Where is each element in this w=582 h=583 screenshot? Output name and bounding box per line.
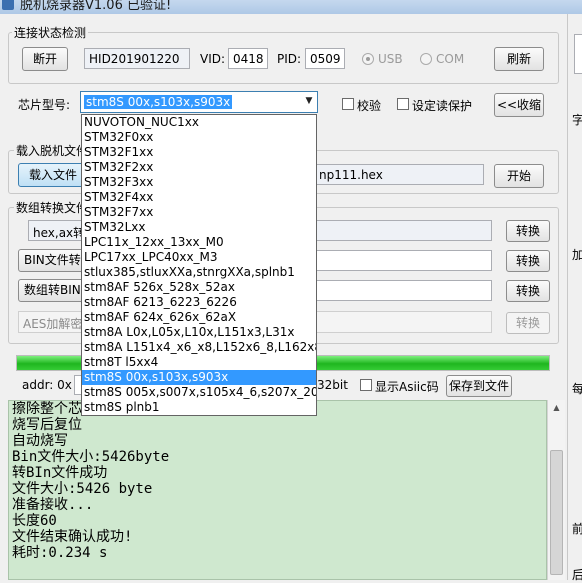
title-bar: 脱机烧录器V1.06 已验证! [0,0,582,14]
convert-group-label: 数组转换文件 [14,199,91,216]
array-to-bin-button[interactable]: 转换 [506,280,550,302]
verify-checkbox[interactable] [342,98,354,110]
disconnect-button[interactable]: 断开 [22,47,68,71]
log-line: 耗时:0.234 s [12,545,108,561]
vid-input[interactable]: 0418 [228,48,268,69]
bit-label: 32bit [317,378,348,392]
chip-option[interactable]: LPC17xx_LPC40xx_M3 [82,250,316,265]
chip-option[interactable]: stlux385,stluxXXa,stnrgXXa,splnb1 [82,265,316,280]
chip-option[interactable]: STM32F4xx [82,190,316,205]
show-ascii-checkbox[interactable] [360,379,372,391]
start-button[interactable]: 开始 [494,164,544,188]
chip-option[interactable]: stm8AF 526x_528x_52ax [82,280,316,295]
right-panel-label: 字 [572,113,582,127]
log-line: 文件结束确认成功! [12,529,133,545]
chip-option[interactable]: stm8A L0x,L05x,L10x,L151x3,L31x [82,325,316,340]
log-line: 准备接收... [12,497,94,513]
chip-option[interactable]: STM32Lxx [82,220,316,235]
chip-option[interactable]: stm8AF 624x_626x_62aX [82,310,316,325]
device-id-field: HID201901220 [84,48,190,69]
chip-option[interactable]: STM32F7xx [82,205,316,220]
log-line: 烧写后复位 [12,417,82,433]
log-line: 长度60 [12,513,57,529]
com-label: COM [436,52,465,66]
chip-option[interactable]: STM32F1xx [82,145,316,160]
vid-label: VID: [200,52,226,66]
log-line: 自动烧写 [12,433,68,449]
chip-select-value: stm8S 00x,s103x,s903x [84,95,233,109]
chip-label: 芯片型号: [18,98,71,112]
pid-input[interactable]: 0509 [305,48,345,69]
scrollbar-thumb[interactable] [550,450,563,575]
bin-convert-button[interactable]: 转换 [506,250,550,272]
window-title: 脱机烧录器V1.06 已验证! [20,0,172,13]
chip-option[interactable]: STM32F2xx [82,160,316,175]
collapse-button[interactable]: <<收缩 [494,93,544,117]
pid-label: PID: [277,52,302,66]
verify-label: 校验 [357,99,382,113]
right-panel-edge [574,34,582,74]
addr-label: addr: 0x [22,378,72,392]
log-scrollbar[interactable]: ▲ [547,400,565,580]
chip-option[interactable]: stm8S plnb1 [82,400,316,415]
chip-option[interactable]: stm8S 00x,s103x,s903x [82,370,316,385]
save-to-file-button[interactable]: 保存到文件 [446,375,512,397]
right-panel-label: 前 [572,522,582,536]
chip-option[interactable]: STM32F3xx [82,175,316,190]
log-line: Bin文件大小:5426byte [12,449,170,465]
load-group-label: 载入脱机文件 [14,142,91,159]
file-path-value: np111.hex [319,168,383,182]
chip-option[interactable]: stm8S 005x,s007x,s105x4_6,s207x_208x [82,385,316,400]
chip-option[interactable]: stm8A L151x4_x6_x8,L152x6_8,L162x8 [82,340,316,355]
log-line: 文件大小:5426 byte [12,481,153,497]
aes-convert-button: 转换 [506,312,550,334]
usb-radio[interactable] [362,53,374,65]
com-radio[interactable] [420,53,432,65]
read-protect-label: 设定读保护 [412,99,473,113]
chip-option[interactable]: NUVOTON_NUC1xx [82,115,316,130]
app-icon [2,0,14,10]
read-protect-checkbox[interactable] [397,98,409,110]
refresh-button[interactable]: 刷新 [494,47,544,71]
log-line: 转BIn文件成功 [12,465,108,481]
bin-convert-label-button[interactable]: BIN文件转 [18,249,88,272]
chip-option[interactable]: stm8AF 6213_6223_6226 [82,295,316,310]
connection-group-label: 连接状态检测 [12,24,89,41]
show-ascii-label: 显示Asiic码 [375,380,439,394]
chip-option[interactable]: STM32F0xx [82,130,316,145]
log-area[interactable]: 擦除整个芯片 烧写后复位 自动烧写 Bin文件大小:5426byte 转BIn文… [8,400,547,580]
hex-convert-label: hex,ax转 [33,226,86,240]
chip-dropdown-list[interactable]: NUVOTON_NUC1xx STM32F0xx STM32F1xx STM32… [81,114,317,416]
scroll-up-icon[interactable]: ▲ [548,400,565,416]
array-to-bin-label-button[interactable]: 数组转BIN [18,279,88,302]
chip-option[interactable]: stm8T l5xx4 [82,355,316,370]
usb-label: USB [378,52,403,66]
load-file-button[interactable]: 载入文件 [18,163,88,187]
chip-select[interactable]: stm8S 00x,s103x,s903x ▼ [80,91,318,113]
right-panel-label: 加 [572,248,582,262]
chip-option[interactable]: LPC11x_12xx_13xx_M0 [82,235,316,250]
right-panel-label: 后 [572,568,582,582]
chevron-down-icon[interactable]: ▼ [301,92,317,112]
right-panel-label: 每 [572,382,582,396]
right-panel: 字 加 每 前 后 [567,14,582,582]
hex-convert-button[interactable]: 转换 [506,220,550,242]
